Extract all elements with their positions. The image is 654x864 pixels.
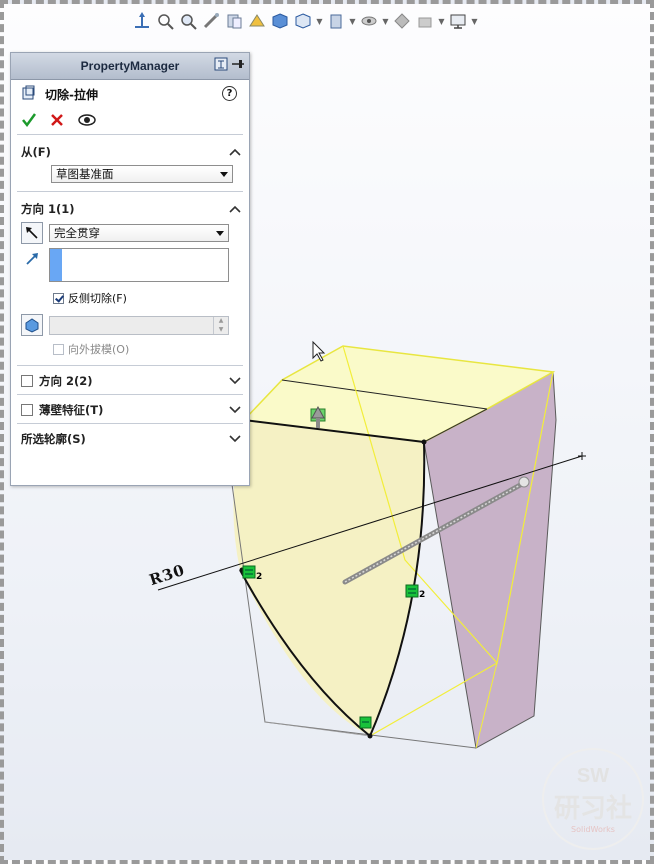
direction2-label: 方向 2(2) (39, 374, 93, 388)
draft-outward-label: 向外拔模(O) (68, 343, 130, 356)
watermark-line2: 研习社 (553, 793, 632, 824)
property-manager: PropertyManager 切除-拉伸 ? 从(F) 草图基准面 方向 1(… (10, 52, 250, 486)
draft-outward-checkbox-box (53, 343, 64, 355)
from-start-condition-value: 草图基准面 (56, 167, 114, 181)
ok-check-icon[interactable] (21, 112, 37, 131)
pin-icon[interactable] (231, 57, 245, 74)
reverse-direction-button[interactable] (21, 222, 43, 244)
heads-up-toolbar: ▼ ▼ ▼ ▼ ▼ (132, 8, 478, 34)
feature-header: 切除-拉伸 ? (11, 80, 249, 108)
edit-appearance-icon[interactable] (359, 11, 379, 31)
expand-icon[interactable] (214, 57, 228, 74)
dynamic-annotation-icon[interactable] (247, 11, 267, 31)
feature-name: 切除-拉伸 (45, 87, 98, 102)
relation-marker-icon[interactable] (359, 716, 372, 729)
display-style-icon[interactable] (293, 11, 313, 31)
expand-chevron-icon[interactable] (229, 403, 241, 417)
preview-eye-icon[interactable] (77, 112, 97, 131)
section-view-icon[interactable] (224, 11, 244, 31)
chevron-down-icon[interactable]: ▼ (438, 11, 445, 31)
mouse-cursor-icon (312, 340, 326, 362)
thin-feature-checkbox[interactable] (21, 404, 33, 416)
thin-feature-label: 薄壁特征(T) (39, 403, 104, 417)
flip-side-label: 反侧切除(F) (68, 292, 127, 305)
extrude-cut-icon (21, 85, 37, 104)
relation-count-b: 2 (419, 590, 425, 600)
direction-vector-selection-box[interactable] (49, 248, 229, 282)
property-manager-title: PropertyManager (80, 59, 180, 73)
chevron-down-icon (216, 230, 224, 236)
from-group-header[interactable]: 从(F) (11, 139, 249, 165)
property-manager-title-bar: PropertyManager (11, 53, 249, 80)
apply-scene-icon[interactable] (392, 11, 412, 31)
draft-angle-input[interactable]: ▲ ▼ (49, 315, 229, 335)
watermark-line3: SolidWorks (571, 824, 615, 834)
direction2-checkbox[interactable] (21, 375, 33, 387)
collapse-chevron-icon[interactable] (229, 202, 241, 216)
direction2-group-header[interactable]: 方向 2(2) (11, 368, 249, 394)
expand-chevron-icon[interactable] (229, 374, 241, 388)
collapse-chevron-icon[interactable] (229, 145, 241, 159)
draft-icon (25, 318, 39, 333)
draft-outward-checkbox: 向外拔模(O) (53, 341, 249, 357)
selected-contours-label: 所选轮廓(S) (21, 432, 86, 446)
standard-views-icon[interactable] (270, 11, 290, 31)
from-start-condition-select[interactable]: 草图基准面 (51, 165, 233, 183)
direction1-group-label: 方向 1(1) (21, 202, 75, 216)
chevron-down-icon (220, 171, 228, 177)
action-bar (11, 108, 249, 134)
expand-chevron-icon[interactable] (229, 432, 241, 446)
end-condition-value: 完全贯穿 (54, 226, 100, 240)
hide-show-icon[interactable] (326, 11, 346, 31)
chevron-down-icon[interactable]: ▼ (382, 11, 389, 31)
relation-marker-icon[interactable] (405, 584, 419, 598)
watermark-line1: SW (576, 764, 610, 787)
relation-count-a: 2 (256, 572, 262, 582)
chevron-down-icon[interactable]: ▼ (349, 11, 356, 31)
previous-view-icon[interactable] (201, 11, 221, 31)
zoom-area-icon[interactable] (178, 11, 198, 31)
chevron-down-icon[interactable]: ▼ (471, 11, 478, 31)
thin-feature-group-header[interactable]: 薄壁特征(T) (11, 397, 249, 423)
flip-side-checkbox-box[interactable] (53, 292, 64, 304)
end-condition-select[interactable]: 完全贯穿 (49, 224, 229, 242)
view-orientation-icon[interactable] (132, 11, 152, 31)
monitor-icon[interactable] (448, 11, 468, 31)
flip-side-to-cut-checkbox[interactable]: 反侧切除(F) (53, 290, 249, 306)
zoom-to-fit-icon[interactable] (155, 11, 175, 31)
direction-vector-icon (21, 248, 43, 270)
cancel-x-icon[interactable] (49, 112, 65, 131)
watermark-logo: SW 研习社 SolidWorks (542, 748, 644, 850)
from-group-label: 从(F) (21, 145, 51, 159)
direction1-group-header[interactable]: 方向 1(1) (11, 196, 249, 222)
chevron-down-icon[interactable]: ▼ (316, 11, 323, 31)
view-settings-icon[interactable] (415, 11, 435, 31)
selected-contours-group-header[interactable]: 所选轮廓(S) (11, 426, 249, 452)
help-icon[interactable]: ? (222, 86, 237, 101)
draft-on-off-button[interactable] (21, 314, 43, 336)
reverse-direction-icon (26, 227, 38, 239)
relation-marker-icon[interactable] (242, 565, 256, 579)
